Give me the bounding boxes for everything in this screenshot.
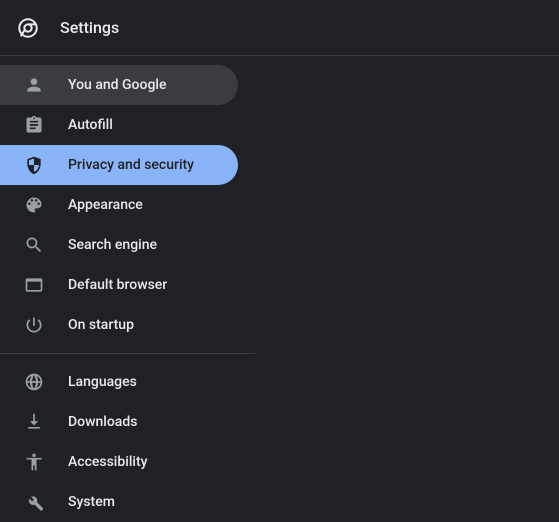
- sidebar-item-default-browser[interactable]: Default browser: [0, 265, 238, 305]
- sidebar-item-label: Privacy and security: [68, 157, 194, 173]
- globe-icon: [24, 372, 44, 392]
- power-icon: [24, 315, 44, 335]
- person-icon: [24, 75, 44, 95]
- sidebar-item-you-and-google[interactable]: You and Google: [0, 65, 238, 105]
- sidebar-item-label: You and Google: [68, 77, 166, 93]
- sidebar-item-accessibility[interactable]: Accessibility: [0, 442, 238, 482]
- shield-icon: [24, 155, 44, 175]
- download-icon: [24, 412, 44, 432]
- chrome-logo-icon: [16, 16, 40, 40]
- palette-icon: [24, 195, 44, 215]
- accessibility-icon: [24, 452, 44, 472]
- sidebar-item-label: On startup: [68, 317, 134, 333]
- sidebar-item-label: Languages: [68, 374, 137, 390]
- sidebar: You and Google Autofill Privacy and secu…: [0, 56, 255, 522]
- sidebar-item-autofill[interactable]: Autofill: [0, 105, 238, 145]
- sidebar-item-privacy-security[interactable]: Privacy and security: [0, 145, 238, 185]
- browser-icon: [24, 275, 44, 295]
- sidebar-item-appearance[interactable]: Appearance: [0, 185, 238, 225]
- sidebar-item-label: Appearance: [68, 197, 143, 213]
- sidebar-item-label: Default browser: [68, 277, 167, 293]
- sidebar-item-label: Downloads: [68, 414, 137, 430]
- sidebar-item-on-startup[interactable]: On startup: [0, 305, 238, 345]
- sidebar-item-label: Accessibility: [68, 454, 147, 470]
- sidebar-item-label: Search engine: [68, 237, 157, 253]
- sidebar-item-label: System: [68, 494, 115, 510]
- assignment-icon: [24, 115, 44, 135]
- sidebar-divider: [0, 353, 255, 354]
- search-icon: [24, 235, 44, 255]
- sidebar-item-search-engine[interactable]: Search engine: [0, 225, 238, 265]
- sidebar-item-languages[interactable]: Languages: [0, 362, 238, 402]
- header: Settings: [0, 0, 559, 56]
- wrench-icon: [24, 492, 44, 512]
- page-title: Settings: [60, 18, 119, 37]
- sidebar-item-downloads[interactable]: Downloads: [0, 402, 238, 442]
- sidebar-item-system[interactable]: System: [0, 482, 238, 522]
- sidebar-item-label: Autofill: [68, 117, 113, 133]
